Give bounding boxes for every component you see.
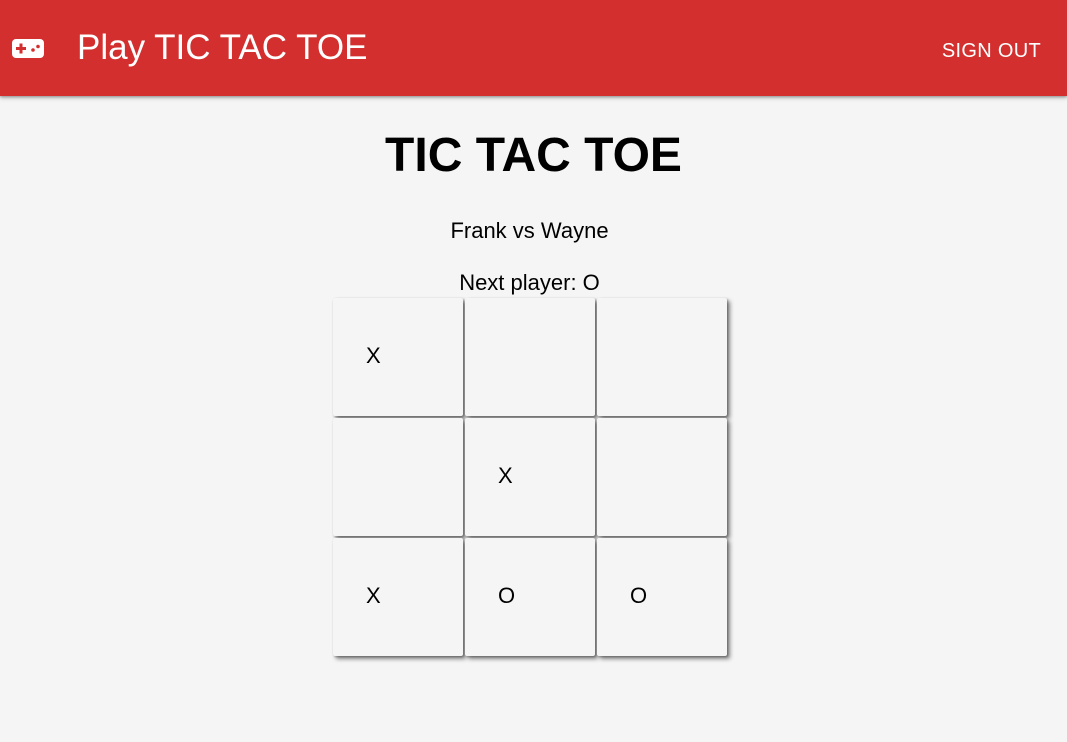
- board-cell-2-2[interactable]: O: [597, 538, 727, 656]
- sign-out-button[interactable]: SIGN OUT: [942, 38, 1041, 64]
- board-cell-2-1[interactable]: O: [465, 538, 595, 656]
- gamepad-icon: [12, 39, 44, 58]
- board-cell-0-2[interactable]: [597, 298, 727, 416]
- board-cell-2-0[interactable]: X: [333, 538, 463, 656]
- cell-mark: X: [498, 463, 513, 488]
- cell-mark: X: [366, 343, 381, 368]
- cell-mark: O: [630, 583, 648, 608]
- game-board: X X X O O: [333, 298, 729, 660]
- board-cell-1-0[interactable]: [333, 418, 463, 536]
- board-cell-0-0[interactable]: X: [333, 298, 463, 416]
- players-matchup: Frank vs Wayne: [450, 218, 609, 243]
- board-cell-1-2[interactable]: [597, 418, 727, 536]
- cell-mark: O: [498, 583, 516, 608]
- board-cell-1-1[interactable]: X: [465, 418, 595, 536]
- app-bar: Play TIC TAC TOE SIGN OUT: [0, 0, 1067, 96]
- board-cell-0-1[interactable]: [465, 298, 595, 416]
- app-title: Play TIC TAC TOE: [77, 28, 368, 67]
- cell-mark: X: [366, 583, 381, 608]
- next-player-status: Next player: O: [459, 270, 600, 295]
- game-title: TIC TAC TOE: [385, 129, 682, 182]
